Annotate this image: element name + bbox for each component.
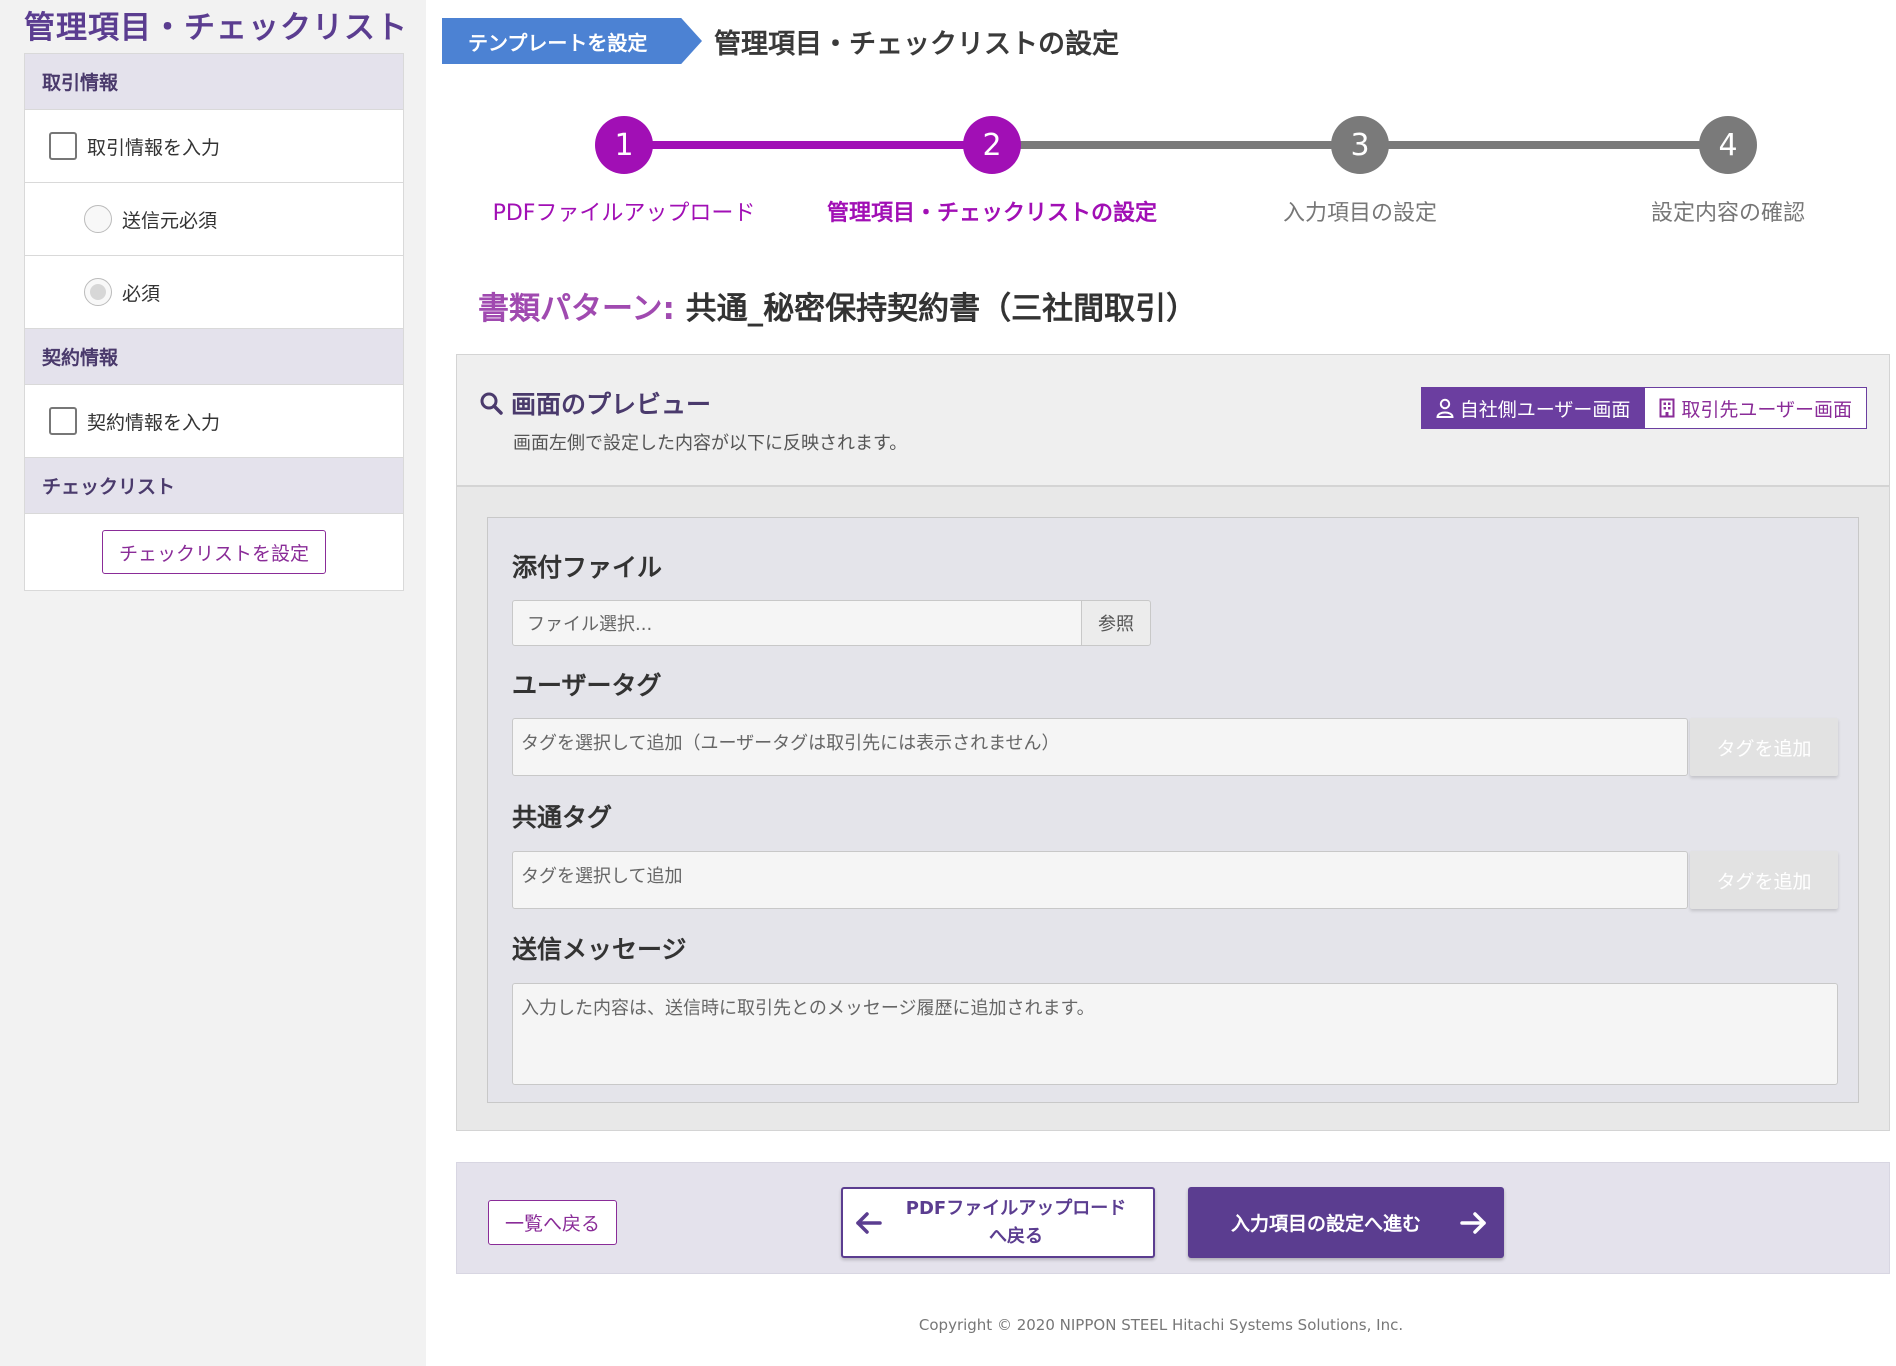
back-to-list-button[interactable]: 一覧へ戻る: [488, 1200, 618, 1245]
document-pattern-label: 書類パターン:: [478, 291, 675, 327]
file-select-input[interactable]: ファイル選択...: [512, 600, 1082, 646]
torihiki-input-option[interactable]: 取引情報を入力: [25, 110, 403, 183]
message-label: 送信メッセージ: [512, 935, 687, 964]
next-to-input-items-button[interactable]: 入力項目の設定へ進む: [1188, 1187, 1504, 1258]
stepper: 1 2 3 4 PDFファイルアップロード 管理項目・チェックリストの設定 入力…: [426, 110, 1896, 230]
step-3-label: 入力項目の設定: [1282, 201, 1438, 226]
step-line-1-2: [624, 141, 992, 149]
preview-title-text: 画面のプレビュー: [511, 390, 712, 419]
common-tag-input[interactable]: タグを選択して追加: [512, 851, 1688, 909]
sender-required-radio[interactable]: [84, 205, 112, 233]
step-line-2-3: [992, 141, 1360, 149]
user-tag-input[interactable]: タグを選択して追加（ユーザータグは取引先には表示されません）: [512, 718, 1688, 776]
partner-user-view-label: 取引先ユーザー画面: [1681, 398, 1852, 421]
user-tag-add-button[interactable]: タグを追加: [1690, 718, 1838, 776]
preview-form: 添付ファイル ファイル選択... 参照 ユーザータグ タグを選択して追加（ユーザ…: [487, 517, 1859, 1103]
preview-box: 画面のプレビュー 画面左側で設定した内容が以下に反映されます。 自社側ユーザー画…: [456, 354, 1890, 1131]
required-option[interactable]: 必須: [25, 256, 403, 329]
keiyaku-checkbox[interactable]: [49, 407, 77, 435]
keiyaku-input-option[interactable]: 契約情報を入力: [25, 385, 403, 458]
preview-header: 画面のプレビュー 画面左側で設定した内容が以下に反映されます。 自社側ユーザー画…: [457, 355, 1889, 487]
checklist-section-header: チェックリスト: [25, 458, 403, 514]
main-content: テンプレートを設定 管理項目・チェックリストの設定 1 2 3 4 PDFファイ…: [426, 0, 1896, 1366]
torihiki-section-header: 取引情報: [25, 54, 403, 110]
attachment-label: 添付ファイル: [512, 553, 663, 582]
back-to-pdf-upload-line2: へ戻る: [989, 1225, 1043, 1247]
sender-required-option[interactable]: 送信元必須: [25, 183, 403, 256]
preview-subtitle: 画面左側で設定した内容が以下に反映されます。: [513, 433, 908, 454]
next-to-input-items-label: 入力項目の設定へ進む: [1230, 1213, 1421, 1235]
keiyaku-input-label: 契約情報を入力: [87, 411, 221, 434]
own-user-view-label: 自社側ユーザー画面: [1459, 398, 1631, 421]
arrow-left-icon: [843, 1211, 893, 1235]
step-1-circle: 1: [595, 116, 653, 174]
step-3-circle: 3: [1331, 116, 1389, 174]
required-label: 必須: [122, 282, 161, 305]
sender-required-label: 送信元必須: [122, 209, 218, 232]
search-icon: [479, 391, 503, 415]
sidebar: 管理項目・チェックリスト 取引情報 取引情報を入力 送信元必須 必須 契約情報 …: [0, 0, 426, 1366]
browse-button[interactable]: 参照: [1081, 600, 1151, 646]
own-user-view-button[interactable]: 自社側ユーザー画面: [1420, 387, 1646, 429]
document-pattern: 書類パターン: 共通_秘密保持契約書（三社間取引）: [478, 283, 1197, 328]
user-icon: [1436, 398, 1454, 418]
building-icon: [1659, 398, 1675, 418]
step-line-3-4: [1360, 141, 1728, 149]
step-2-circle: 2: [963, 116, 1021, 174]
message-textarea[interactable]: 入力した内容は、送信時に取引先とのメッセージ履歴に追加されます。: [512, 983, 1838, 1085]
common-tag-add-button[interactable]: タグを追加: [1690, 851, 1838, 909]
back-to-pdf-upload-line1: PDFファイルアップロード: [905, 1197, 1127, 1219]
common-tag-label: 共通タグ: [512, 803, 613, 832]
set-checklist-button[interactable]: チェックリストを設定: [101, 530, 326, 574]
step-4-label: 設定内容の確認: [1650, 201, 1806, 226]
step-4-circle: 4: [1699, 116, 1757, 174]
torihiki-checkbox[interactable]: [49, 132, 77, 160]
checklist-row: チェックリストを設定: [25, 514, 403, 590]
step-2-label: 管理項目・チェックリストの設定: [826, 201, 1158, 226]
page-title: 管理項目・チェックリストの設定: [714, 29, 1119, 60]
keiyaku-section-header: 契約情報: [25, 329, 403, 385]
template-chip: テンプレートを設定: [442, 18, 702, 64]
copyright: Copyright © 2020 NIPPON STEEL Hitachi Sy…: [918, 1316, 1404, 1334]
torihiki-input-label: 取引情報を入力: [87, 136, 221, 159]
back-to-pdf-upload-label: PDFファイルアップロード へ戻る: [893, 1195, 1153, 1251]
partner-user-view-button[interactable]: 取引先ユーザー画面: [1645, 387, 1867, 429]
arrow-right-icon: [1444, 1211, 1504, 1235]
required-radio[interactable]: [84, 278, 112, 306]
user-tag-label: ユーザータグ: [512, 671, 662, 700]
step-1-label: PDFファイルアップロード: [492, 201, 756, 226]
sidebar-title: 管理項目・チェックリスト: [24, 10, 408, 46]
preview-title: 画面のプレビュー: [479, 385, 711, 421]
back-to-pdf-upload-button[interactable]: PDFファイルアップロード へ戻る: [841, 1187, 1155, 1258]
footer-actions: 一覧へ戻る PDFファイルアップロード へ戻る 入力項目の設定へ進む: [456, 1162, 1890, 1274]
view-toggle: 自社側ユーザー画面 取引先ユーザー画面: [1420, 387, 1867, 429]
document-pattern-value: 共通_秘密保持契約書（三社間取引）: [685, 291, 1198, 327]
settings-panel: 取引情報 取引情報を入力 送信元必須 必須 契約情報 契約情報を入力 チェックリ…: [24, 53, 404, 591]
